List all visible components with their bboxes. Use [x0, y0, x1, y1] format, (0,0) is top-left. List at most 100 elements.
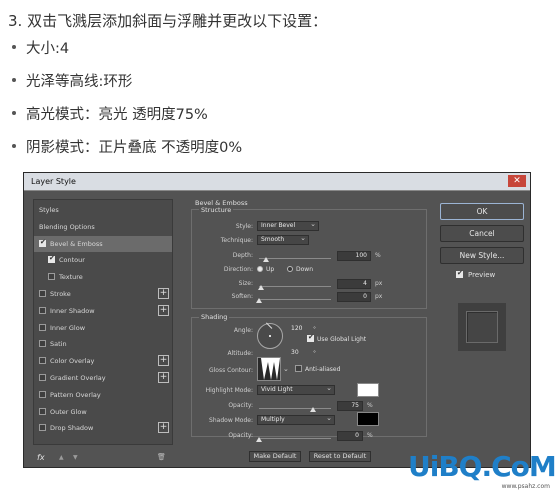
style-item-color-overlay[interactable]: Color Overlay +	[34, 353, 172, 369]
technique-dropdown[interactable]: Smooth	[257, 234, 309, 245]
depth-unit: %	[375, 252, 381, 259]
structure-title: Structure	[199, 206, 234, 214]
watermark-logo: UiBQ.CoM	[408, 450, 557, 483]
soften-slider[interactable]	[259, 299, 331, 300]
shadow-opacity-slider[interactable]	[259, 438, 331, 439]
style-item-texture[interactable]: Texture	[34, 269, 172, 285]
size-unit: px	[375, 280, 383, 287]
highlight-opacity-unit: %	[367, 402, 373, 409]
direction-down-radio[interactable]	[287, 266, 293, 272]
layer-style-dialog: Layer Style ✕ Styles Blending Options Beve…	[23, 172, 531, 468]
style-item-label: Bevel & Emboss	[50, 239, 103, 248]
add-effect-icon[interactable]: +	[158, 304, 169, 316]
direction-up-radio[interactable]	[257, 266, 263, 272]
style-item-checkbox[interactable]	[39, 357, 46, 365]
altitude-input[interactable]: 30	[289, 349, 309, 359]
style-item-contour[interactable]: Contour	[34, 252, 172, 268]
add-effect-icon[interactable]: +	[158, 422, 169, 434]
size-slider-thumb[interactable]	[258, 285, 265, 290]
step-heading: 3. 双击飞溅层添加斜面与浮雕并更改以下设置：	[8, 12, 328, 30]
style-item-checkbox[interactable]	[39, 424, 46, 432]
size-input[interactable]: 4	[337, 279, 371, 289]
style-item-checkbox[interactable]	[48, 254, 55, 264]
style-dropdown[interactable]: Inner Bevel	[257, 220, 319, 231]
highlight-opacity-slider-thumb[interactable]	[310, 407, 316, 412]
style-item-checkbox[interactable]	[39, 306, 46, 314]
style-item-inner-glow[interactable]: Inner Glow	[34, 320, 172, 336]
new-style-button[interactable]: New Style...	[440, 247, 524, 264]
shadow-opacity-slider-thumb[interactable]	[256, 437, 262, 442]
add-effect-icon[interactable]: +	[158, 372, 169, 383]
shadow-mode-dropdown[interactable]: Multiply	[257, 414, 335, 425]
preview-checkbox[interactable]	[456, 269, 463, 278]
style-item-pattern-overlay[interactable]: Pattern Overlay	[34, 387, 172, 403]
style-item-bevel-emboss[interactable]: Bevel & Emboss	[34, 235, 172, 252]
style-item-checkbox[interactable]	[39, 340, 46, 348]
watermark-url: www.psahz.com	[501, 483, 550, 490]
add-effect-icon[interactable]: +	[158, 355, 169, 367]
style-item-checkbox[interactable]	[39, 407, 46, 415]
style-item-checkbox[interactable]	[48, 273, 55, 281]
cancel-button[interactable]: Cancel	[440, 225, 524, 242]
style-preview-swatch	[466, 311, 498, 343]
make-default-button[interactable]: Make Default	[249, 451, 301, 462]
style-item-gradient-overlay[interactable]: Gradient Overlay +	[34, 370, 172, 386]
anti-aliased-label: Anti-aliased	[305, 366, 341, 373]
style-item-checkbox[interactable]	[39, 374, 46, 381]
style-item-checkbox[interactable]	[39, 390, 46, 398]
soften-input[interactable]: 0	[337, 292, 371, 302]
reset-to-default-button[interactable]: Reset to Default	[309, 451, 371, 462]
direction-up-label: Up	[266, 266, 275, 273]
depth-slider[interactable]	[259, 258, 331, 259]
style-item-inner-shadow[interactable]: Inner Shadow +	[34, 303, 172, 319]
ok-button[interactable]: OK	[440, 203, 524, 220]
highlight-mode-dropdown[interactable]: Vivid Light	[257, 384, 335, 395]
angle-dial-needle	[265, 322, 273, 329]
highlight-opacity-label: Opacity:	[228, 402, 253, 409]
style-item-outer-glow[interactable]: Outer Glow	[34, 404, 172, 420]
use-global-light-checkbox[interactable]	[307, 333, 314, 342]
ring-contour-icon	[258, 358, 280, 380]
style-item-checkbox[interactable]	[39, 323, 46, 331]
highlight-opacity-slider[interactable]	[259, 408, 331, 409]
shadow-opacity-input[interactable]: 0	[337, 431, 363, 441]
fx-icon[interactable]: fx	[37, 453, 45, 462]
depth-input[interactable]: 100	[337, 251, 371, 261]
angle-dial[interactable]	[257, 322, 283, 349]
style-item-blending-options[interactable]: Blending Options	[34, 219, 172, 235]
soften-slider-thumb[interactable]	[256, 298, 262, 303]
style-item-label: Pattern Overlay	[50, 390, 101, 399]
style-item-label: Texture	[59, 273, 83, 282]
direction-label: Direction:	[223, 266, 253, 273]
style-item-label: Gradient Overlay	[50, 374, 106, 382]
anti-aliased-checkbox[interactable]	[295, 365, 302, 372]
shadow-color-swatch[interactable]	[357, 412, 379, 426]
angle-label: Angle:	[233, 327, 253, 334]
soften-label: Soften:	[231, 293, 253, 300]
move-down-icon[interactable]: ▼	[73, 454, 78, 461]
style-item-checkbox[interactable]	[39, 238, 46, 247]
depth-slider-thumb[interactable]	[263, 257, 270, 262]
styles-list-toolbar: fx ▲ ▼ 🗑	[33, 453, 173, 465]
highlight-color-swatch[interactable]	[357, 383, 379, 397]
add-effect-icon[interactable]: +	[158, 288, 169, 299]
gloss-contour-thumbnail[interactable]	[257, 357, 281, 381]
style-item-stroke[interactable]: Stroke +	[34, 286, 172, 302]
use-global-light-label: Use Global Light	[317, 336, 367, 343]
style-item-checkbox[interactable]	[39, 290, 46, 297]
soften-unit: px	[375, 293, 383, 300]
style-item-drop-shadow[interactable]: Drop Shadow +	[34, 420, 172, 436]
move-up-icon[interactable]: ▲	[59, 454, 64, 461]
highlight-opacity-input[interactable]: 75	[337, 401, 363, 411]
size-label: Size:	[238, 280, 253, 287]
bullet-gloss-contour: 光泽等高线:环形	[26, 74, 133, 90]
technique-label: Technique:	[220, 237, 253, 244]
angle-input[interactable]: 120	[289, 325, 309, 335]
style-item-satin[interactable]: Satin	[34, 336, 172, 352]
style-item-styles[interactable]: Styles	[34, 202, 172, 218]
size-slider[interactable]	[259, 286, 331, 287]
depth-label: Depth:	[232, 252, 253, 259]
close-button[interactable]: ✕	[508, 175, 526, 187]
contour-dropdown-chevron-icon[interactable]: ⌄	[283, 365, 289, 373]
trash-icon[interactable]: 🗑	[157, 453, 166, 461]
